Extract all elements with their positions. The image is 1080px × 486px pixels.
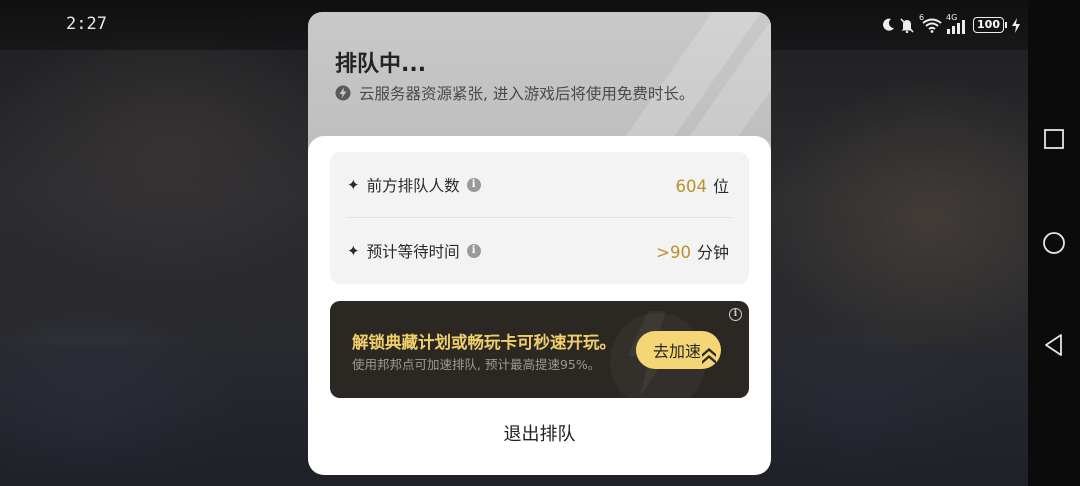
wifi-icon: 6 [919, 13, 942, 33]
home-circle-icon[interactable] [1042, 231, 1066, 255]
double-chevron-up-icon [702, 348, 716, 364]
stat-label: 预计等待时间 [366, 243, 460, 261]
stat-unit: 分钟 [696, 243, 729, 262]
accelerate-button-label: 去加速 [653, 342, 702, 361]
stat-value: >90 [656, 243, 691, 262]
recents-square-icon[interactable] [1042, 127, 1066, 151]
sparkle-icon: ✦ [347, 242, 360, 260]
exit-queue-button[interactable]: 退出排队 [308, 420, 771, 446]
promo-title: 解锁典藏计划或畅玩卡可秒速开玩。 [352, 333, 616, 352]
queue-subtitle: 云服务器资源紧张, 进入游戏后将使用免费时长。 [359, 85, 695, 103]
info-icon[interactable]: i [466, 244, 481, 258]
queue-subtitle-row: 云服务器资源紧张, 进入游戏后将使用免费时长。 [335, 82, 694, 104]
charging-icon [1012, 17, 1020, 33]
stat-row-wait-time: ✦ 预计等待时间 i >90 分钟 [347, 218, 729, 284]
stat-unit: 位 [712, 177, 729, 196]
stat-row-queue-position: ✦ 前方排队人数 i 604 位 [347, 152, 729, 218]
sparkle-icon: ✦ [347, 176, 360, 194]
cloud-server-icon [335, 85, 351, 101]
accelerate-button[interactable]: 去加速 [636, 331, 721, 369]
moon-icon [883, 18, 895, 31]
navigation-bar [1028, 0, 1080, 486]
signal-icon: 4G [946, 13, 968, 34]
queue-title: 排队中... [335, 52, 427, 77]
battery-icon: 100 [973, 17, 1007, 33]
promo-info-icon[interactable]: i [729, 308, 742, 321]
battery-level: 100 [973, 17, 1004, 33]
stat-label: 前方排队人数 [366, 177, 460, 195]
stat-value: 604 [675, 177, 707, 196]
status-time: 2:27 [66, 14, 107, 34]
queue-stats: ✦ 前方排队人数 i 604 位 ✦ 预计等待时间 i >90 分钟 [330, 152, 749, 284]
status-icons: 6 4G 100 [881, 13, 1020, 35]
promo-description: 使用邦邦点可加速排队, 预计最高提速95%。 [352, 357, 601, 372]
info-icon[interactable]: i [466, 178, 481, 192]
back-triangle-icon[interactable] [1042, 333, 1066, 357]
accelerate-promo-banner[interactable]: 解锁典藏计划或畅玩卡可秒速开玩。 使用邦邦点可加速排队, 预计最高提速95%。 … [330, 301, 749, 398]
bell-off-icon [900, 17, 914, 33]
queue-card: ✦ 前方排队人数 i 604 位 ✦ 预计等待时间 i >90 分钟 解锁典藏计… [308, 136, 771, 475]
